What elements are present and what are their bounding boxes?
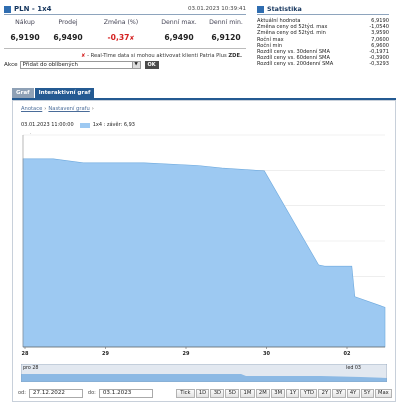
statistics-title: Statistika — [267, 5, 302, 13]
x-tick-label: 28 — [22, 351, 29, 357]
zoom-buttons: Tick 1D 3D 5D 1M 2M 3M 1Y YTD 2Y 3Y 4Y 5… — [175, 388, 392, 398]
title-square-icon — [4, 5, 11, 13]
value-zmena-text: -0,37 — [107, 33, 130, 42]
ok-button[interactable]: OK — [144, 61, 159, 69]
zoom-button-4y[interactable]: 4Y — [346, 388, 360, 398]
value-denni-max: 6,9490 — [164, 33, 194, 42]
statistics-rows: Aktuální hodnota 6,9190 Změna ceny od 52t… — [257, 18, 389, 68]
navigator-right-label: led 03 — [346, 366, 361, 371]
akce-select[interactable]: Přidat do oblíbených ▼ — [19, 61, 141, 69]
header-denni-max: Denní max. — [161, 19, 197, 26]
zoom-button-3y[interactable]: 3Y — [332, 388, 346, 398]
do-date-input[interactable]: 03.1.2023 — [98, 388, 153, 398]
price-chart[interactable]: 7,067,057,026,996,966,936,902829293002 — [13, 133, 395, 363]
stat-row: Rozdíl ceny vs. 200denní SMA -0,3293 — [257, 61, 389, 67]
realtime-note: ✘ - Real-Time data si mohou aktivovat kl… — [4, 53, 246, 59]
y-tick-label: 7,06 — [27, 133, 38, 135]
zoom-button-3m[interactable]: 3M — [270, 388, 286, 398]
header-zmena: Změna (%) — [103, 19, 139, 26]
realtime-zde-link[interactable]: ZDE. — [228, 53, 242, 59]
stat-value: -0,3293 — [369, 61, 389, 68]
header-nakup: Nákup — [15, 19, 35, 26]
chart-navigator[interactable]: pro 28 led 03 — [21, 364, 387, 382]
zoom-button-5y[interactable]: 5Y — [360, 388, 374, 398]
sublink-separator: › — [44, 106, 47, 112]
chart-tabs: Graf Interaktivní graf — [12, 88, 95, 98]
od-date-input[interactable]: 27.12.2022 — [28, 388, 83, 398]
navigator-svg — [21, 364, 387, 382]
quote-table: Nákup Prodej Změna (%) Denní max. Denní … — [4, 19, 246, 46]
value-denni-min: 6,9120 — [211, 33, 241, 42]
x-tick-label: 29 — [102, 351, 109, 357]
chart-frame: Anotace › Nastavení grafu › 03.01.2023 11:0… — [12, 100, 396, 402]
value-zmena: -0,37✘ — [90, 30, 152, 46]
navigator-selection[interactable] — [21, 364, 387, 382]
chart-sublinks: Anotace › Nastavení grafu › — [21, 106, 96, 112]
zoom-button-2y[interactable]: 2Y — [318, 388, 332, 398]
od-label: od: — [18, 390, 26, 396]
zoom-button-1m[interactable]: 1M — [240, 388, 255, 398]
price-area-series — [22, 158, 386, 348]
zoom-button-2m[interactable]: 2M — [255, 388, 270, 398]
legend-swatch — [79, 122, 90, 128]
zoom-button-3d[interactable]: 3D — [210, 388, 225, 398]
x-tick-label: 29 — [183, 351, 190, 357]
zoom-button-1y[interactable]: 1Y — [286, 388, 300, 398]
value-prodej: 6,9490 — [53, 33, 83, 42]
sublink-separator: › — [91, 106, 94, 112]
tab-interaktivni-graf[interactable]: Interaktivní graf — [34, 88, 95, 98]
quote-header: PLN - 1x4 03.01.2023 10:39:41 — [4, 4, 246, 15]
statistics-header: Statistika — [257, 4, 389, 15]
zoom-button-max[interactable]: Max — [374, 388, 392, 398]
price-chart-svg: 7,067,057,026,996,966,936,902829293002 — [22, 133, 386, 357]
stat-label: Rozdíl ceny vs. 200denní SMA — [257, 61, 334, 68]
do-label: do: — [87, 390, 96, 396]
tab-graf[interactable]: Graf — [12, 88, 34, 98]
header-prodej: Prodej — [58, 19, 78, 26]
statistics-panel: Statistika Aktuální hodnota 6,9190 Změna … — [257, 4, 389, 68]
title-square-icon — [257, 5, 264, 13]
x-tick-label: 30 — [263, 351, 270, 357]
akce-label: Akce — [4, 62, 18, 68]
chevron-down-icon[interactable]: ▼ — [131, 62, 140, 68]
realtime-note-text: - Real-Time data si mohou aktivovat klie… — [85, 53, 227, 59]
quote-divider — [4, 48, 246, 49]
zoom-button-ytd[interactable]: YTD — [300, 388, 318, 398]
legend-date: 03.01.2023 11:00:00 — [21, 122, 74, 128]
anotace-link[interactable]: Anotace — [21, 106, 42, 112]
chart-legend: 03.01.2023 11:00:00 1x4 : závěr: 6,93 — [21, 122, 135, 128]
zoom-button-1d[interactable]: 1D — [195, 388, 210, 398]
akce-row: Akce Přidat do oblíbených ▼ OK — [4, 61, 246, 69]
quote-panel: PLN - 1x4 03.01.2023 10:39:41 Nákup Prod… — [4, 4, 246, 69]
zoom-button-tick[interactable]: Tick — [176, 388, 195, 398]
legend-series: 1x4 : závěr: 6,93 — [92, 122, 135, 128]
x-tick-label: 02 — [344, 351, 351, 357]
value-nakup: 6,9190 — [10, 33, 40, 42]
navigator-left-label: pro 28 — [23, 366, 39, 371]
header-denni-min: Denní min. — [209, 19, 243, 26]
zoom-button-5d[interactable]: 5D — [225, 388, 240, 398]
range-controls: od: 27.12.2022 do: 03.1.2023 Tick 1D 3D … — [18, 388, 392, 398]
quote-timestamp: 03.01.2023 10:39:41 — [188, 6, 246, 12]
quote-title: PLN - 1x4 — [14, 5, 52, 13]
change-down-icon: ✘ — [129, 35, 135, 42]
nastaveni-grafu-link[interactable]: Nastavení grafu — [48, 106, 89, 112]
akce-select-value: Přidat do oblíbených — [22, 62, 78, 68]
